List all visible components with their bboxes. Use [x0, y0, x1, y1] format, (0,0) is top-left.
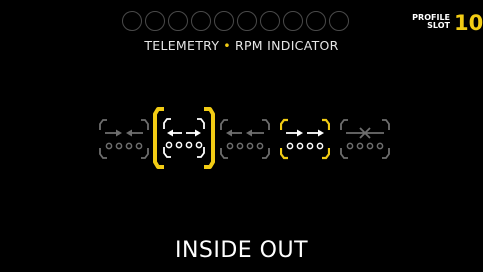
rpm-led	[283, 11, 303, 31]
rpm-led	[168, 11, 188, 31]
rpm-led	[122, 11, 142, 31]
profile-slot-number: 10	[454, 11, 483, 35]
option-right[interactable]	[280, 116, 330, 162]
bracket-corner-bottom-right	[322, 148, 330, 160]
bracket-corner-bottom-right	[141, 148, 149, 159]
option-diverge[interactable]	[152, 106, 216, 170]
bracket-corner-bottom-left	[340, 148, 348, 159]
led-dots	[286, 142, 324, 150]
rpm-led	[237, 11, 257, 31]
rpm-led	[260, 11, 280, 31]
profile-slot-label: PROFILE SLOT	[404, 14, 450, 30]
bracket-corner-top-left	[163, 118, 171, 129]
rpm-led	[329, 11, 349, 31]
arrows-off-icon	[346, 127, 384, 139]
bracket-corner-bottom-right	[197, 147, 205, 158]
bracket-corner-bottom-left	[99, 148, 107, 159]
bracket-corner-bottom-left	[220, 148, 228, 159]
arrows-right-icon	[286, 129, 324, 137]
arrows-converge-icon	[105, 129, 143, 137]
rpm-led	[145, 11, 165, 31]
bracket-corner-bottom-left	[163, 147, 171, 158]
rpm-led-strip	[122, 11, 349, 31]
slot-label: SLOT	[427, 21, 450, 30]
rpm-led	[214, 11, 234, 31]
bracket-corner-bottom-right	[382, 148, 390, 159]
mode-label: INSIDE OUT	[174, 238, 309, 263]
option-off[interactable]	[340, 116, 390, 162]
option-left[interactable]	[220, 116, 270, 162]
bracket-corner-top-left	[99, 119, 107, 130]
rpm-led	[306, 11, 326, 31]
option-converge[interactable]	[99, 116, 149, 162]
page-title: TELEMETRY • RPM INDICATOR	[0, 38, 483, 53]
led-dots	[346, 142, 384, 150]
bracket-corner-bottom-right	[262, 148, 270, 159]
led-dots	[165, 141, 203, 149]
arrows-left-icon	[226, 129, 264, 137]
selection-bracket-right	[204, 107, 215, 169]
bracket-corner-top-right	[262, 119, 270, 130]
led-dots	[105, 142, 143, 150]
bracket-corner-top-right	[382, 119, 390, 130]
bracket-corner-bottom-left	[280, 148, 288, 160]
title-separator: •	[223, 38, 231, 53]
rpm-led	[191, 11, 211, 31]
title-section: TELEMETRY	[144, 38, 220, 53]
bracket-corner-top-right	[141, 119, 149, 130]
bracket-corner-top-left	[220, 119, 228, 130]
bracket-corner-top-left	[340, 119, 348, 130]
bracket-corner-top-right	[197, 118, 205, 129]
bracket-corner-top-right	[322, 118, 330, 130]
rpm-indicator-screen: TELEMETRY • RPM INDICATOR PROFILE SLOT 10	[0, 0, 483, 272]
title-setting: RPM INDICATOR	[234, 38, 339, 53]
led-dots	[226, 142, 264, 150]
bracket-corner-top-left	[280, 118, 288, 130]
selection-bracket-left	[153, 107, 164, 169]
arrows-diverge-icon	[167, 129, 201, 137]
